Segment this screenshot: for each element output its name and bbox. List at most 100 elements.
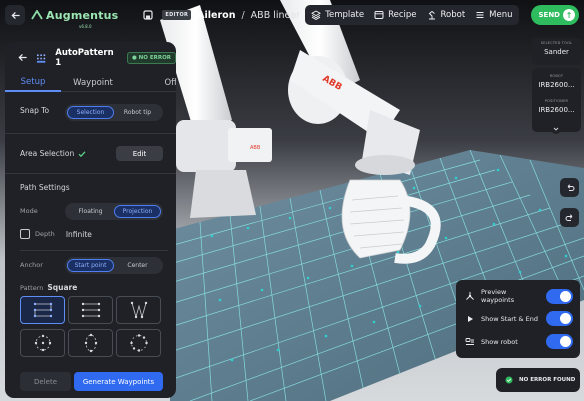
pattern-oval-dots-tile[interactable]: [68, 329, 113, 357]
check-icon: [78, 150, 86, 157]
selected-tool-card[interactable]: SELECTED TOOL Sander: [532, 38, 581, 65]
augmentus-logo-icon: [31, 10, 43, 20]
square-lines-pattern-icon: [81, 302, 100, 318]
check-circle-icon: [505, 376, 513, 384]
send-label: SEND: [538, 11, 561, 19]
show-robot-toggle[interactable]: [546, 334, 573, 349]
waypoints-icon: [466, 292, 474, 300]
show-start-end-toggle[interactable]: [546, 311, 573, 326]
pattern-circle-dots-tile[interactable]: [20, 329, 65, 357]
square-zigzag-pattern-icon: [33, 302, 52, 318]
tab-offset[interactable]: Offset: [125, 74, 176, 92]
divider: [5, 133, 176, 134]
divider: [20, 250, 168, 251]
tab-setup[interactable]: Setup: [5, 74, 61, 92]
panel-back-button[interactable]: [18, 53, 27, 64]
robot-arm-icon: [428, 10, 435, 20]
pattern-label: Pattern: [20, 283, 44, 292]
anchor-row: Anchor: [20, 261, 43, 269]
menu-label: Menu: [489, 10, 513, 20]
tab-offset-label: Offset: [164, 78, 176, 88]
recipe-icon: [374, 11, 384, 19]
recipe-label: Recipe: [388, 10, 417, 20]
display-options-card: Preview waypoints Show Start & End Show …: [456, 280, 580, 358]
snap-to-label: Snap To: [20, 106, 50, 115]
robot-button[interactable]: Robot: [427, 10, 466, 20]
robot-label: Robot: [440, 10, 466, 20]
save-icon: [143, 10, 154, 20]
top-menu-group: Template Recipe Robot Menu: [305, 5, 519, 25]
tab-waypoint[interactable]: Waypoint: [61, 74, 125, 92]
app-logo: Augmentus: [31, 9, 118, 22]
template-button[interactable]: Template: [311, 10, 364, 20]
snap-to-row: Snap To: [20, 106, 49, 115]
circle-dots-pattern-icon: [34, 334, 51, 352]
undo-button[interactable]: [560, 178, 579, 197]
back-button[interactable]: [5, 5, 25, 25]
breadcrumb-separator: /: [241, 9, 245, 21]
selected-tool-caption: SELECTED TOOL: [540, 41, 573, 45]
menu-button[interactable]: Menu: [475, 10, 513, 20]
save-button[interactable]: [140, 7, 156, 23]
mode-row: Mode: [20, 207, 38, 215]
logo-text: Augmentus: [46, 8, 119, 22]
arrow-up-icon: ↑: [563, 9, 575, 21]
robot-info-card: ROBOT IRB2600... POSITIONER IRB2600...: [532, 68, 581, 132]
anchor-label: Anchor: [20, 261, 43, 269]
redo-button[interactable]: [560, 208, 579, 227]
svg-text:ABB: ABB: [250, 145, 261, 151]
positioner-caption: POSITIONER: [544, 99, 569, 103]
mode-projection-option[interactable]: Projection: [114, 205, 161, 218]
send-button[interactable]: SEND ↑: [530, 5, 579, 25]
mode-label: Mode: [20, 207, 38, 215]
redo-icon: [565, 213, 572, 221]
template-label: Template: [325, 10, 365, 20]
robot-value[interactable]: IRB2600...: [532, 78, 581, 89]
selected-tool-value: Sander: [544, 48, 569, 56]
snap-to-robot-tip-option[interactable]: Robot tip: [114, 106, 161, 119]
arrow-left-icon: [18, 53, 27, 61]
divider: [5, 173, 176, 174]
pattern-grid-icon: [36, 53, 46, 63]
top-bar: Augmentus v6.8.0 EDITOR Aileron / ABB li…: [0, 0, 584, 30]
oval-dots-pattern-icon: [84, 333, 97, 353]
pattern-square-zigzag-tile[interactable]: [20, 296, 65, 324]
editor-badge: EDITOR: [162, 10, 192, 20]
show-start-end-row: Show Start & End: [465, 311, 573, 326]
path-settings-heading-row: Path Settings: [20, 183, 70, 192]
mode-floating-option[interactable]: Floating: [67, 205, 114, 218]
show-robot-label: Show robot: [481, 337, 518, 346]
positioner-value[interactable]: IRB2600...: [532, 103, 581, 114]
show-start-end-label: Show Start & End: [481, 314, 539, 323]
depth-row: Depth Infinite: [20, 229, 92, 239]
pattern-triangle-zigzag-tile[interactable]: [116, 296, 161, 324]
delete-button[interactable]: Delete: [20, 372, 71, 391]
status-badge: ● NO ERROR: [126, 52, 176, 64]
autopattern-panel: AutoPattern 1 ● NO ERROR Setup Waypoint …: [5, 42, 176, 398]
pattern-square-lines-tile[interactable]: [68, 296, 113, 324]
expand-button[interactable]: [551, 124, 561, 134]
triangle-zigzag-pattern-icon: [130, 301, 147, 319]
ring-dots-pattern-icon: [129, 334, 148, 352]
pattern-ring-dots-tile[interactable]: [116, 329, 161, 357]
recipe-button[interactable]: Recipe: [374, 10, 417, 20]
generate-waypoints-button[interactable]: Generate Waypoints: [74, 372, 163, 391]
breadcrumb-file[interactable]: ABB linear: [251, 10, 300, 21]
anchor-start-point-option[interactable]: Start point: [67, 259, 114, 272]
snap-to-selection-option[interactable]: Selection: [67, 106, 114, 119]
edit-area-button[interactable]: Edit: [116, 146, 163, 161]
play-icon: [468, 315, 473, 322]
path-settings-heading: Path Settings: [20, 183, 70, 192]
snap-to-segmented: Selection Robot tip: [65, 104, 163, 121]
status-toast: NO ERROR FOUND: [496, 368, 580, 392]
pattern-value: Square: [47, 283, 78, 292]
anchor-center-option[interactable]: Center: [114, 259, 161, 272]
arrow-left-icon: [10, 11, 20, 19]
hamburger-icon: [476, 11, 484, 19]
area-selection-label: Area Selection: [20, 149, 75, 158]
panel-header: AutoPattern 1 ● NO ERROR: [5, 42, 176, 74]
depth-checkbox[interactable]: [20, 229, 30, 239]
chevron-down-icon: [553, 127, 559, 131]
preview-waypoints-toggle[interactable]: [546, 288, 573, 304]
breadcrumb-project[interactable]: Aileron: [197, 10, 235, 21]
